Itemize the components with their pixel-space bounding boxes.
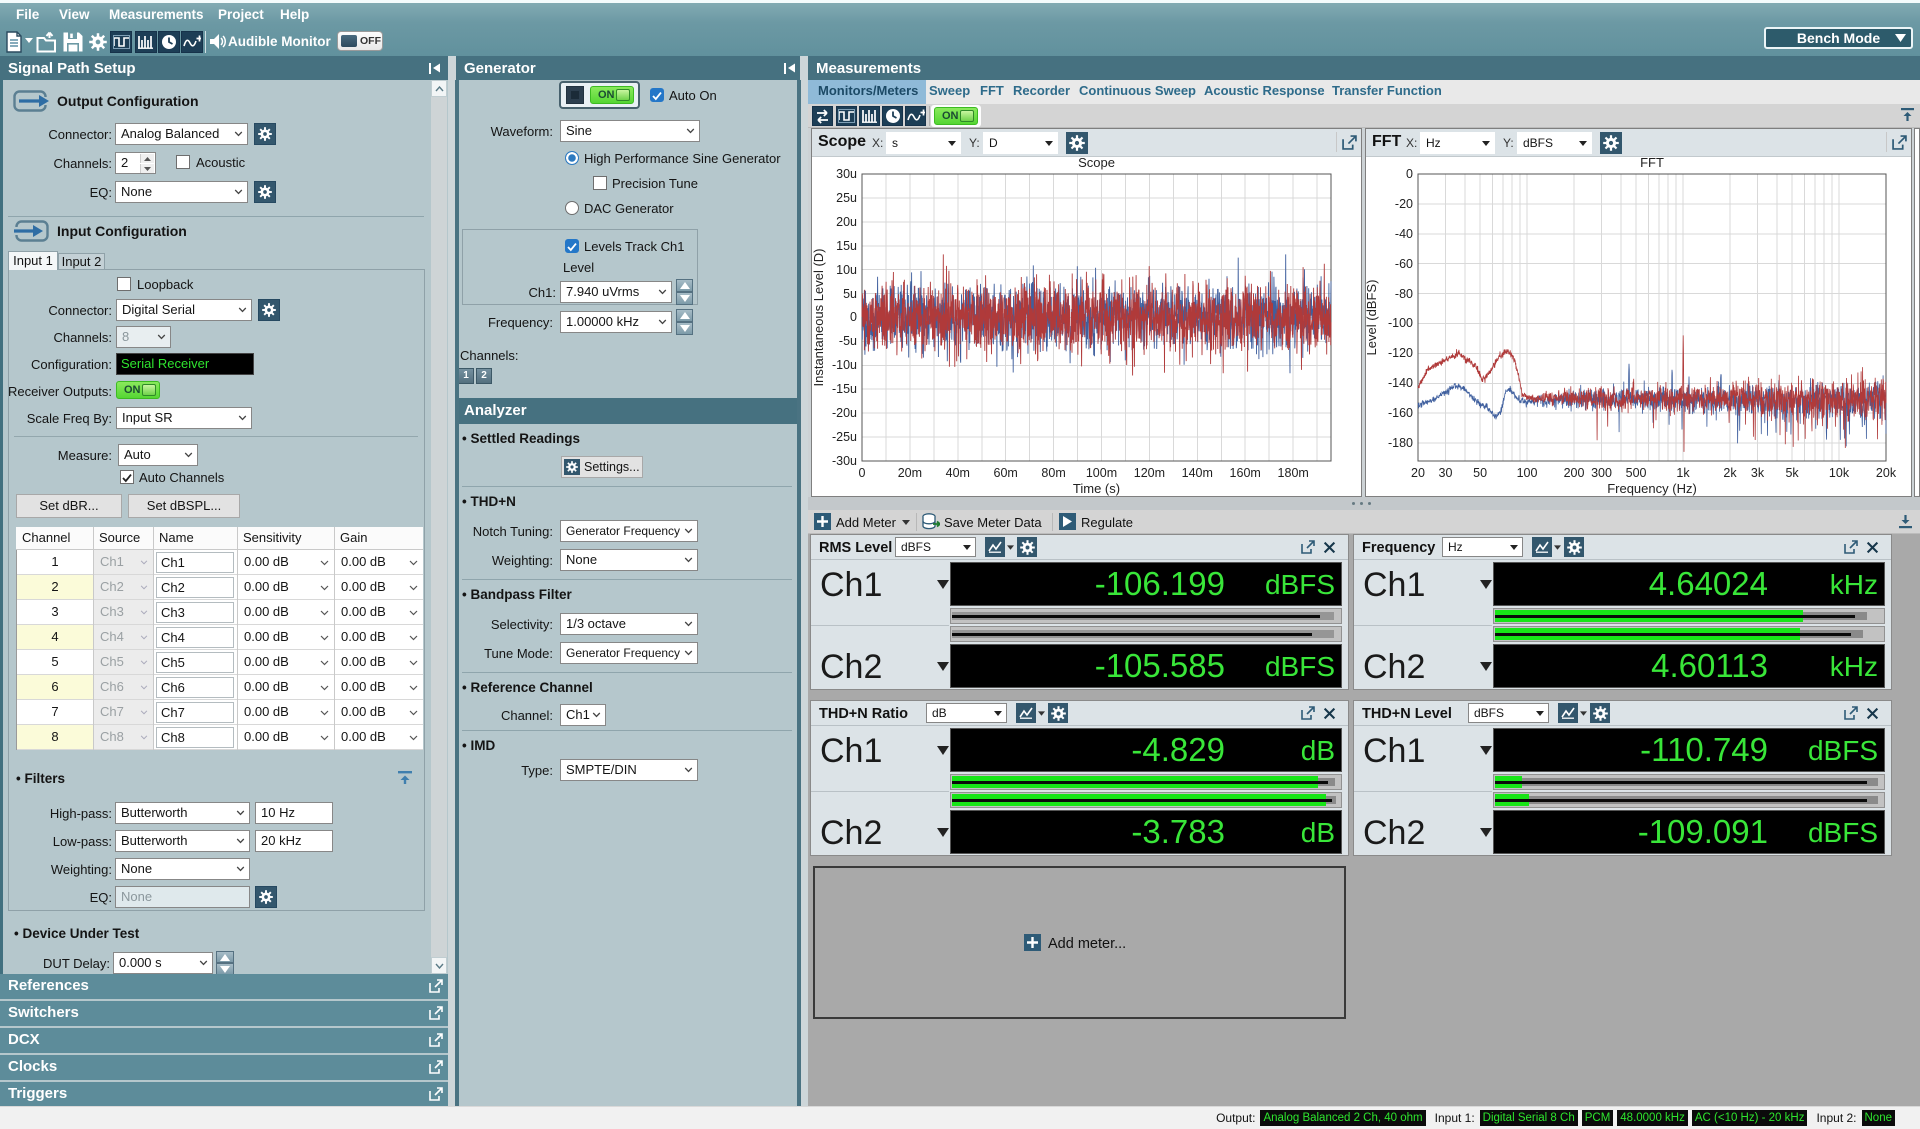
svg-text:Frequency (Hz): Frequency (Hz) [1607, 481, 1697, 496]
svg-text:-160: -160 [1388, 406, 1413, 420]
svg-text:FFT: FFT [1640, 157, 1664, 170]
svg-text:20u: 20u [836, 215, 857, 229]
svg-text:30: 30 [1439, 466, 1453, 480]
svg-text:500: 500 [1626, 466, 1647, 480]
svg-text:15u: 15u [836, 239, 857, 253]
svg-text:100m: 100m [1086, 466, 1117, 480]
svg-text:-5u: -5u [839, 334, 857, 348]
svg-text:20: 20 [1411, 466, 1425, 480]
svg-text:-140: -140 [1388, 376, 1413, 390]
svg-text:3k: 3k [1751, 466, 1765, 480]
svg-text:0: 0 [850, 310, 857, 324]
svg-text:-10u: -10u [832, 358, 857, 372]
svg-text:Instantaneous Level (D): Instantaneous Level (D) [812, 248, 826, 386]
svg-text:Level (dBFS): Level (dBFS) [1366, 280, 1379, 356]
svg-text:-30u: -30u [832, 454, 857, 468]
svg-text:-40: -40 [1395, 227, 1413, 241]
svg-text:5k: 5k [1785, 466, 1799, 480]
svg-text:50: 50 [1473, 466, 1487, 480]
svg-text:-120: -120 [1388, 346, 1413, 360]
svg-text:-80: -80 [1395, 287, 1413, 301]
svg-text:80m: 80m [1041, 466, 1065, 480]
svg-text:200: 200 [1564, 466, 1585, 480]
svg-text:160m: 160m [1230, 466, 1261, 480]
svg-text:300: 300 [1591, 466, 1612, 480]
svg-text:2k: 2k [1723, 466, 1737, 480]
svg-text:20m: 20m [898, 466, 922, 480]
svg-text:140m: 140m [1182, 466, 1213, 480]
svg-text:-100: -100 [1388, 316, 1413, 330]
svg-text:Scope: Scope [1078, 157, 1115, 170]
svg-text:180m: 180m [1278, 466, 1309, 480]
svg-text:-20: -20 [1395, 197, 1413, 211]
svg-text:-180: -180 [1388, 436, 1413, 450]
svg-text:120m: 120m [1134, 466, 1165, 480]
svg-text:-15u: -15u [832, 382, 857, 396]
svg-text:20k: 20k [1876, 466, 1897, 480]
svg-text:1k: 1k [1676, 466, 1690, 480]
svg-text:40m: 40m [946, 466, 970, 480]
svg-text:-25u: -25u [832, 430, 857, 444]
svg-text:5u: 5u [843, 287, 857, 301]
svg-text:25u: 25u [836, 191, 857, 205]
svg-text:30u: 30u [836, 167, 857, 181]
svg-text:60m: 60m [994, 466, 1018, 480]
svg-text:100: 100 [1517, 466, 1538, 480]
svg-text:Time (s): Time (s) [1073, 481, 1120, 496]
svg-text:0: 0 [1406, 167, 1413, 181]
svg-text:10u: 10u [836, 263, 857, 277]
svg-text:0: 0 [859, 466, 866, 480]
svg-text:-60: -60 [1395, 257, 1413, 271]
svg-text:10k: 10k [1829, 466, 1850, 480]
svg-text:-20u: -20u [832, 406, 857, 420]
